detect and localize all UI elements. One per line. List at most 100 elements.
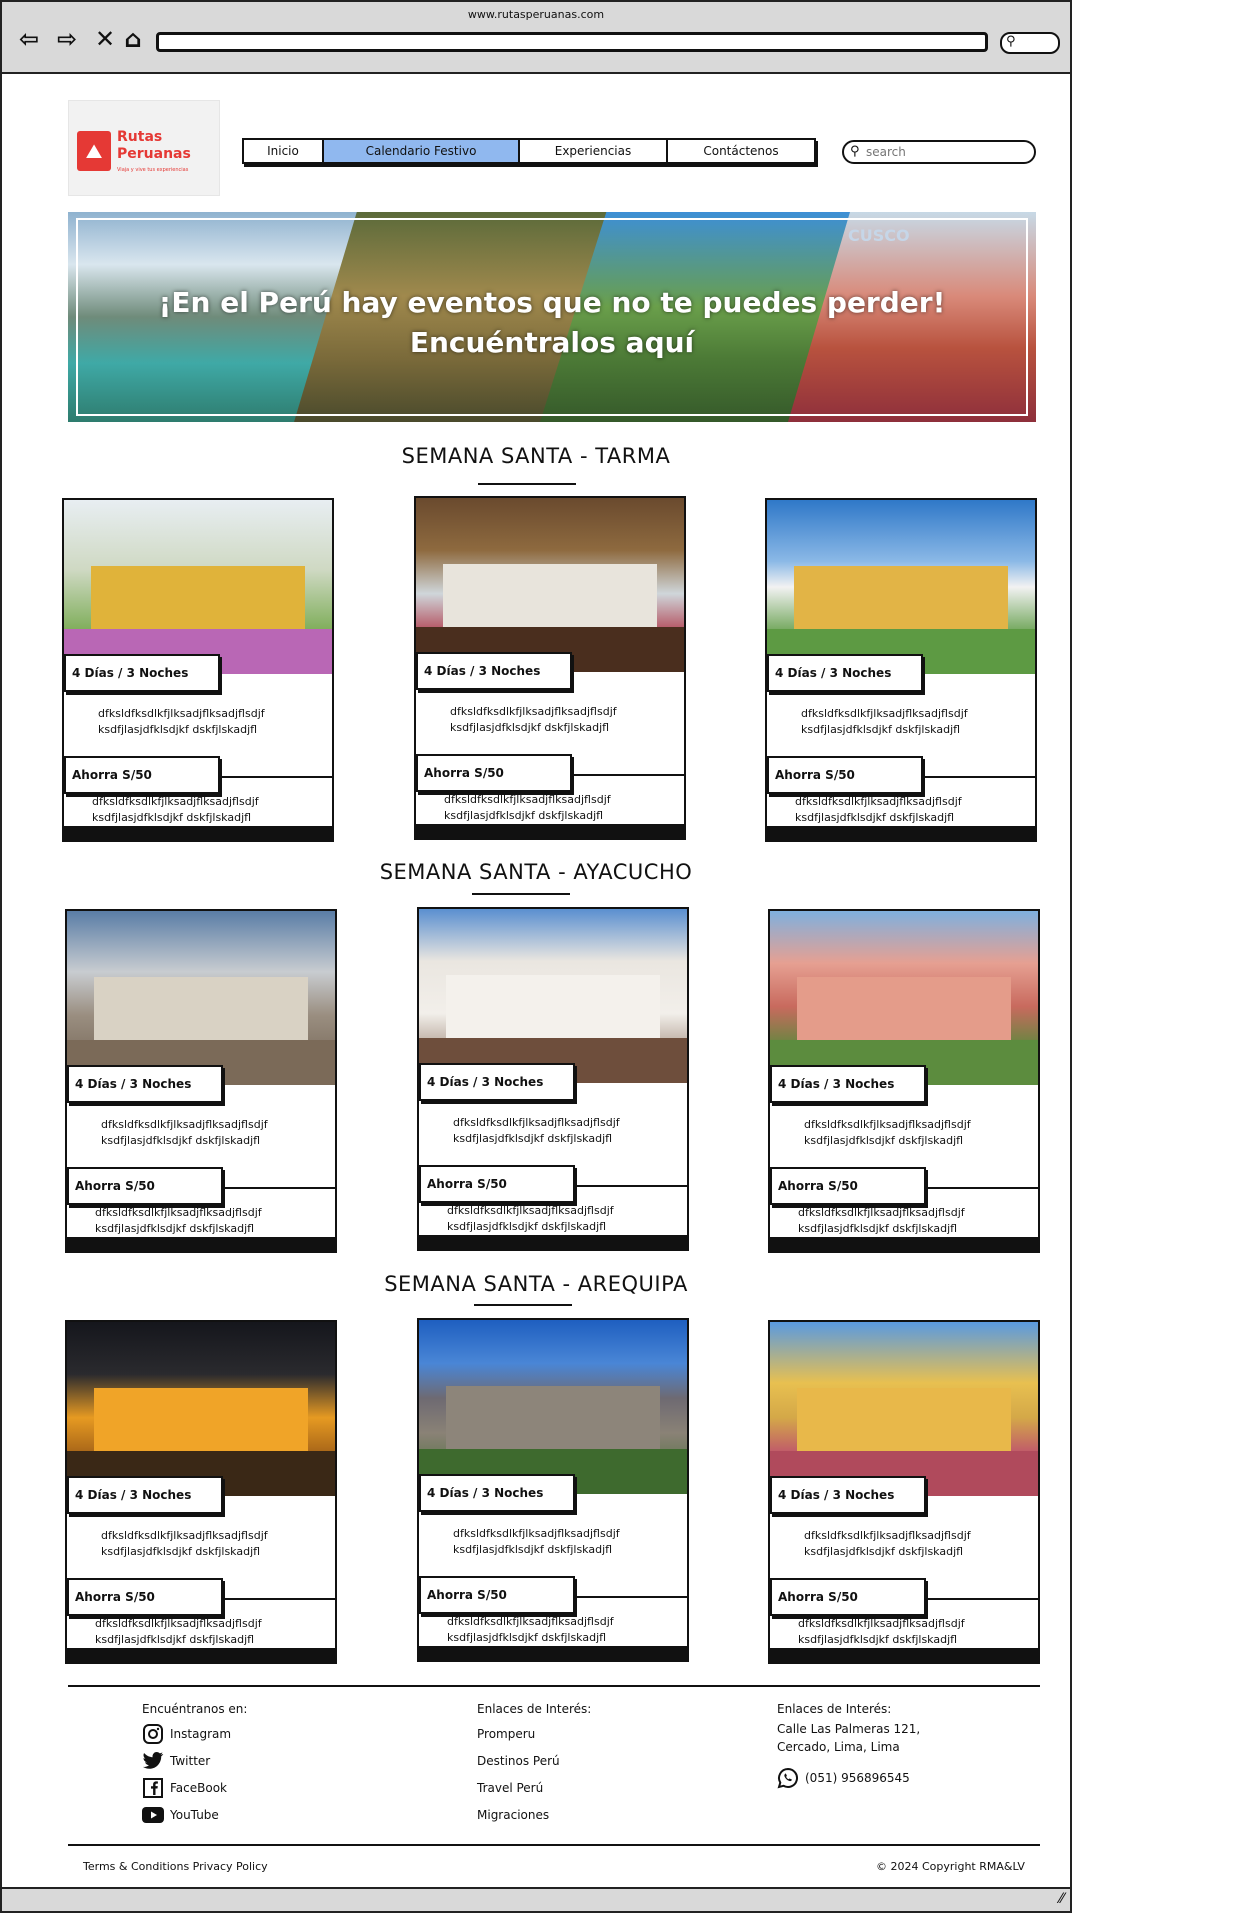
price-badge: Ahorra S/50: [416, 754, 572, 792]
phone-row[interactable]: (051) 956896545: [777, 1764, 920, 1791]
link-destinos-peru[interactable]: Destinos Perú: [477, 1747, 591, 1774]
price-badge: Ahorra S/50: [770, 1578, 926, 1616]
home-icon[interactable]: ⌂: [120, 26, 146, 52]
card-description-secondary: dfksldfksdlkfjlksadjflksadjflsdjf ksdfjl…: [95, 1617, 262, 1646]
social-instagram[interactable]: Instagram: [142, 1720, 247, 1747]
social-youtube[interactable]: YouTube: [142, 1801, 247, 1828]
legal-links[interactable]: Terms & Conditions Privacy Policy: [83, 1860, 268, 1873]
package-card[interactable]: 4 Días / 3 Noches dfksldfksdlkfjlksadjfl…: [62, 498, 334, 842]
back-icon[interactable]: ⇦: [16, 26, 42, 52]
search-icon: ⚲: [1006, 34, 1016, 49]
package-card[interactable]: 4 Días / 3 Noches dfksldfksdlkfjlksadjfl…: [417, 907, 689, 1251]
card-photo: [770, 1322, 1038, 1496]
nav-inicio[interactable]: Inicio: [244, 140, 324, 162]
duration-badge: 4 Días / 3 Noches: [770, 1476, 926, 1514]
status-bar: ⁄⁄: [2, 1887, 1070, 1911]
card-description-secondary: dfksldfksdlkfjlksadjflksadjflsdjf ksdfjl…: [798, 1206, 965, 1235]
phone-number: (051) 956896545: [805, 1770, 910, 1785]
price-badge: Ahorra S/50: [67, 1167, 223, 1205]
copyright: © 2024 Copyright RMA&LV: [876, 1860, 1025, 1873]
footer-social: Encuéntranos en: Instagram Twitter FaceB…: [142, 1700, 247, 1828]
price-badge: Ahorra S/50: [419, 1576, 575, 1614]
card-footer-bar: [64, 826, 332, 840]
card-description: dfksldfksdlkfjlksadjflksadjflsdjf ksdfjl…: [801, 707, 968, 736]
card-divider: [223, 1187, 335, 1189]
link-migraciones[interactable]: Migraciones: [477, 1801, 591, 1828]
card-footer-bar: [770, 1648, 1038, 1662]
duration-badge: 4 Días / 3 Noches: [67, 1476, 223, 1514]
package-card[interactable]: 4 Días / 3 Noches dfksldfksdlkfjlksadjfl…: [768, 909, 1040, 1253]
card-description: dfksldfksdlkfjlksadjflksadjflsdjf ksdfjl…: [450, 705, 617, 734]
footer-links-heading: Enlaces de Interés:: [477, 1702, 592, 1716]
footer-social-heading: Encuéntranos en:: [142, 1702, 248, 1716]
duration-badge: 4 Días / 3 Noches: [419, 1474, 575, 1512]
package-card[interactable]: 4 Días / 3 Noches dfksldfksdlkfjlksadjfl…: [414, 496, 686, 840]
duration-badge: 4 Días / 3 Noches: [416, 652, 572, 690]
card-description: dfksldfksdlkfjlksadjflksadjflsdjf ksdfjl…: [98, 707, 265, 736]
section-underline: [472, 893, 570, 895]
card-description-secondary: dfksldfksdlkfjlksadjflksadjflsdjf ksdfjl…: [95, 1206, 262, 1235]
close-icon[interactable]: ✕: [92, 26, 118, 52]
card-divider: [220, 776, 332, 778]
link-promperu[interactable]: Promperu: [477, 1720, 591, 1747]
address-line: Calle Las Palmeras 121,: [777, 1722, 921, 1736]
nav-calendario-festivo[interactable]: Calendario Festivo: [324, 140, 520, 162]
package-card[interactable]: 4 Días / 3 Noches dfksldfksdlkfjlksadjfl…: [765, 498, 1037, 842]
card-description-secondary: dfksldfksdlkfjlksadjflksadjflsdjf ksdfjl…: [795, 795, 962, 824]
card-divider: [926, 1598, 1038, 1600]
social-twitter[interactable]: Twitter: [142, 1747, 247, 1774]
price-badge: Ahorra S/50: [64, 756, 220, 794]
card-divider: [923, 776, 1035, 778]
whatsapp-icon: [777, 1767, 799, 1789]
duration-badge: 4 Días / 3 Noches: [67, 1065, 223, 1103]
brand-name: Rutas Peruanas: [117, 129, 191, 162]
footer-contact: Enlaces de Interés: Calle Las Palmeras 1…: [777, 1700, 920, 1791]
card-divider: [926, 1187, 1038, 1189]
package-card[interactable]: 4 Días / 3 Noches dfksldfksdlkfjlksadjfl…: [65, 909, 337, 1253]
search-input[interactable]: [866, 144, 1026, 160]
nav-experiencias[interactable]: Experiencias: [520, 140, 668, 162]
nav-contactenos[interactable]: Contáctenos: [668, 140, 814, 162]
address-bar[interactable]: [156, 32, 988, 52]
logo[interactable]: ⛰ Rutas Peruanas Viaja y vive tus experie…: [68, 100, 220, 196]
package-card[interactable]: 4 Días / 3 Noches dfksldfksdlkfjlksadjfl…: [417, 1318, 689, 1662]
card-footer-bar: [767, 826, 1035, 840]
hero-banner: CUSCO ¡En el Perú hay eventos que no te …: [68, 212, 1036, 422]
facebook-icon: [142, 1777, 164, 1799]
footer-divider: [68, 1685, 1040, 1687]
address-line: Cercado, Lima, Lima: [777, 1740, 900, 1754]
browser-search[interactable]: ⚲: [1000, 32, 1060, 54]
section-underline: [478, 483, 576, 485]
duration-badge: 4 Días / 3 Noches: [770, 1065, 926, 1103]
section-title: SEMANA SANTA - AYACUCHO: [379, 860, 693, 884]
url-text: www.rutasperuanas.com: [467, 8, 605, 21]
youtube-icon: [142, 1804, 164, 1826]
card-divider: [572, 774, 684, 776]
price-badge: Ahorra S/50: [770, 1167, 926, 1205]
browser-window: www.rutasperuanas.com ⇦ ⇨ ✕ ⌂ ⚲ ⛰ Rutas P…: [0, 0, 1072, 1913]
forward-icon[interactable]: ⇨: [54, 26, 80, 52]
section-title: SEMANA SANTA - AREQUIPA: [384, 1272, 688, 1296]
card-description: dfksldfksdlkfjlksadjflksadjflsdjf ksdfjl…: [101, 1118, 268, 1147]
resize-grip-icon[interactable]: ⁄⁄: [1059, 1891, 1064, 1907]
card-description-secondary: dfksldfksdlkfjlksadjflksadjflsdjf ksdfjl…: [444, 793, 611, 822]
package-card[interactable]: 4 Días / 3 Noches dfksldfksdlkfjlksadjfl…: [768, 1320, 1040, 1664]
search-icon: ⚲: [850, 144, 860, 159]
card-description-secondary: dfksldfksdlkfjlksadjflksadjflsdjf ksdfjl…: [92, 795, 259, 824]
card-divider: [575, 1185, 687, 1187]
price-badge: Ahorra S/50: [419, 1165, 575, 1203]
card-description: dfksldfksdlkfjlksadjflksadjflsdjf ksdfjl…: [804, 1118, 971, 1147]
hero-headline: ¡En el Perú hay eventos que no te puedes…: [158, 286, 946, 319]
card-photo: [416, 498, 684, 672]
social-label: Twitter: [170, 1753, 211, 1768]
link-travel-peru[interactable]: Travel Perú: [477, 1774, 591, 1801]
card-photo: [770, 911, 1038, 1085]
card-divider: [575, 1596, 687, 1598]
package-card[interactable]: 4 Días / 3 Noches dfksldfksdlkfjlksadjfl…: [65, 1320, 337, 1664]
section-title: SEMANA SANTA - TARMA: [401, 444, 671, 468]
card-description-secondary: dfksldfksdlkfjlksadjflksadjflsdjf ksdfjl…: [447, 1204, 614, 1233]
social-facebook[interactable]: FaceBook: [142, 1774, 247, 1801]
card-footer-bar: [419, 1646, 687, 1660]
instagram-icon: [142, 1723, 164, 1745]
search-box: ⚲: [842, 140, 1036, 164]
